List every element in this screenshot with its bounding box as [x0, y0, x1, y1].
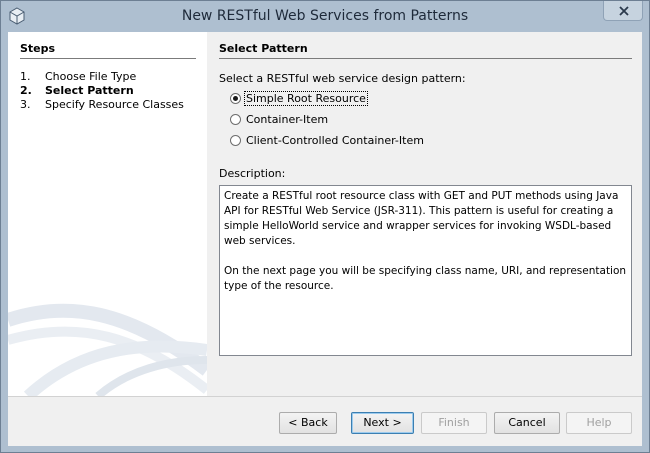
radio-label[interactable]: Client-Controlled Container-Item — [245, 134, 425, 147]
step-label: Specify Resource Classes — [45, 98, 184, 111]
pattern-option-simple-root-resource[interactable]: Simple Root Resource — [230, 90, 368, 106]
pattern-prompt: Select a RESTful web service design patt… — [219, 72, 466, 85]
radio-label[interactable]: Simple Root Resource — [244, 90, 368, 106]
step-label: Select Pattern — [45, 84, 134, 97]
step-number: 3. — [20, 98, 31, 111]
back-button[interactable]: < Back — [279, 412, 337, 434]
steps-divider — [20, 58, 196, 59]
close-icon — [619, 6, 629, 16]
footer-divider — [8, 396, 642, 397]
select-pattern-panel: Select Pattern Select a RESTful web serv… — [219, 32, 632, 396]
step-label: Choose File Type — [45, 70, 137, 83]
finish-button[interactable]: Finish — [421, 412, 487, 434]
help-button[interactable]: Help — [566, 412, 632, 434]
step-item-select-pattern: 2. Select Pattern — [20, 84, 184, 98]
radio-label[interactable]: Container-Item — [245, 113, 329, 126]
dialog-window: New RESTful Web Services from Patterns S… — [0, 0, 650, 453]
close-button[interactable] — [603, 1, 643, 21]
radio-button[interactable] — [230, 113, 241, 125]
description-textarea[interactable]: Create a RESTful root resource class wit… — [219, 185, 632, 356]
panel-title: Select Pattern — [219, 42, 308, 55]
step-item-choose-file-type: 1. Choose File Type — [20, 70, 184, 84]
panel-divider — [219, 58, 632, 59]
decorative-swirl-graphic — [8, 303, 207, 396]
description-paragraph: Create a RESTful root resource class wit… — [224, 190, 619, 247]
step-item-specify-resource-classes: 3. Specify Resource Classes — [20, 98, 184, 112]
title-bar[interactable]: New RESTful Web Services from Patterns — [1, 1, 649, 32]
step-number: 2. — [20, 84, 32, 97]
radio-button-checked[interactable] — [230, 92, 241, 104]
steps-panel: Steps 1. Choose File Type 2. Select Patter… — [8, 32, 207, 396]
radio-button[interactable] — [230, 134, 241, 146]
description-label: Description: — [219, 167, 286, 180]
pattern-option-client-controlled-container-item[interactable]: Client-Controlled Container-Item — [230, 132, 425, 148]
dialog-client-area: Steps 1. Choose File Type 2. Select Patter… — [8, 32, 642, 446]
steps-title: Steps — [20, 42, 56, 55]
steps-list: 1. Choose File Type 2. Select Pattern 3. Sp… — [20, 70, 184, 112]
cancel-button[interactable]: Cancel — [494, 412, 560, 434]
description-paragraph: On the next page you will be specifying … — [224, 265, 627, 292]
window-title: New RESTful Web Services from Patterns — [181, 8, 469, 24]
next-button[interactable]: Next > — [351, 412, 414, 434]
pattern-option-container-item[interactable]: Container-Item — [230, 111, 329, 127]
step-number: 1. — [20, 70, 31, 83]
